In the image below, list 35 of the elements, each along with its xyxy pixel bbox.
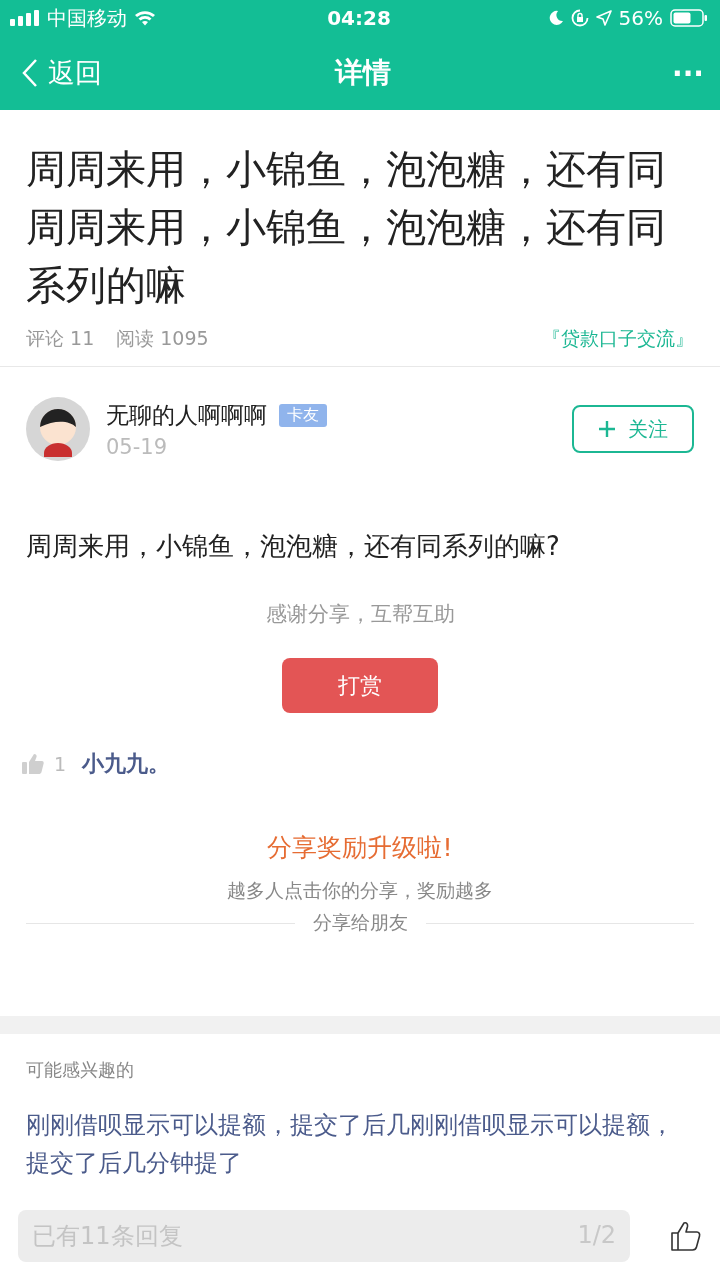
share-reward-text: 越多人点击你的分享，奖励越多 bbox=[227, 878, 493, 903]
back-button[interactable]: 返回 bbox=[22, 55, 172, 91]
post-title: 周周来用，小锦鱼，泡泡糖，还有同周周来用，小锦鱼，泡泡糖，还有同系列的嘛 bbox=[26, 145, 666, 310]
clock-time: 04:28 bbox=[327, 6, 391, 30]
battery-icon bbox=[670, 9, 708, 27]
chevron-left-icon bbox=[22, 58, 38, 88]
comment-count: 评论 11 bbox=[26, 326, 95, 351]
like-count: 1 bbox=[54, 753, 67, 775]
share-reward-title: 分享奖励升级啦! bbox=[267, 832, 453, 864]
author-name[interactable]: 无聊的人啊啊啊 bbox=[106, 399, 267, 431]
plus-icon bbox=[598, 420, 616, 438]
rotation-lock-icon bbox=[570, 9, 589, 27]
carrier-name: 中国移动 bbox=[47, 4, 127, 32]
section-heading: 可能感兴趣的 bbox=[26, 1058, 135, 1082]
signal-icon bbox=[10, 10, 40, 26]
thumbs-up-icon[interactable] bbox=[22, 754, 44, 774]
follow-button[interactable]: 关注 bbox=[572, 405, 694, 453]
user-badge: 卡友 bbox=[279, 403, 327, 427]
avatar[interactable] bbox=[26, 397, 90, 461]
moon-icon bbox=[547, 10, 564, 26]
location-arrow-icon bbox=[595, 10, 612, 26]
post-date: 05-19 bbox=[106, 434, 169, 459]
read-count: 阅读 1095 bbox=[116, 326, 209, 351]
post-body: 周周来用，小锦鱼，泡泡糖，还有同系列的嘛? bbox=[26, 530, 561, 563]
thanks-text: 感谢分享，互帮互助 bbox=[264, 601, 456, 628]
more-button[interactable]: ··· bbox=[554, 56, 704, 90]
wifi-icon bbox=[134, 10, 156, 26]
thumbs-up-icon[interactable] bbox=[670, 1220, 702, 1252]
battery-percent: 56% bbox=[618, 6, 663, 30]
forum-link[interactable]: 『贷款口子交流』 bbox=[542, 326, 694, 352]
page-title: 详情 bbox=[335, 55, 391, 91]
reward-button[interactable]: 打赏 bbox=[282, 658, 438, 713]
related-post-link[interactable]: 刚刚借呗显示可以提额，提交了后几刚刚借呗显示可以提额，提交了后几分钟提了 bbox=[26, 1106, 694, 1182]
liker-name[interactable]: 小九九。 bbox=[82, 749, 171, 779]
share-link[interactable]: 分享给朋友 bbox=[312, 910, 408, 936]
